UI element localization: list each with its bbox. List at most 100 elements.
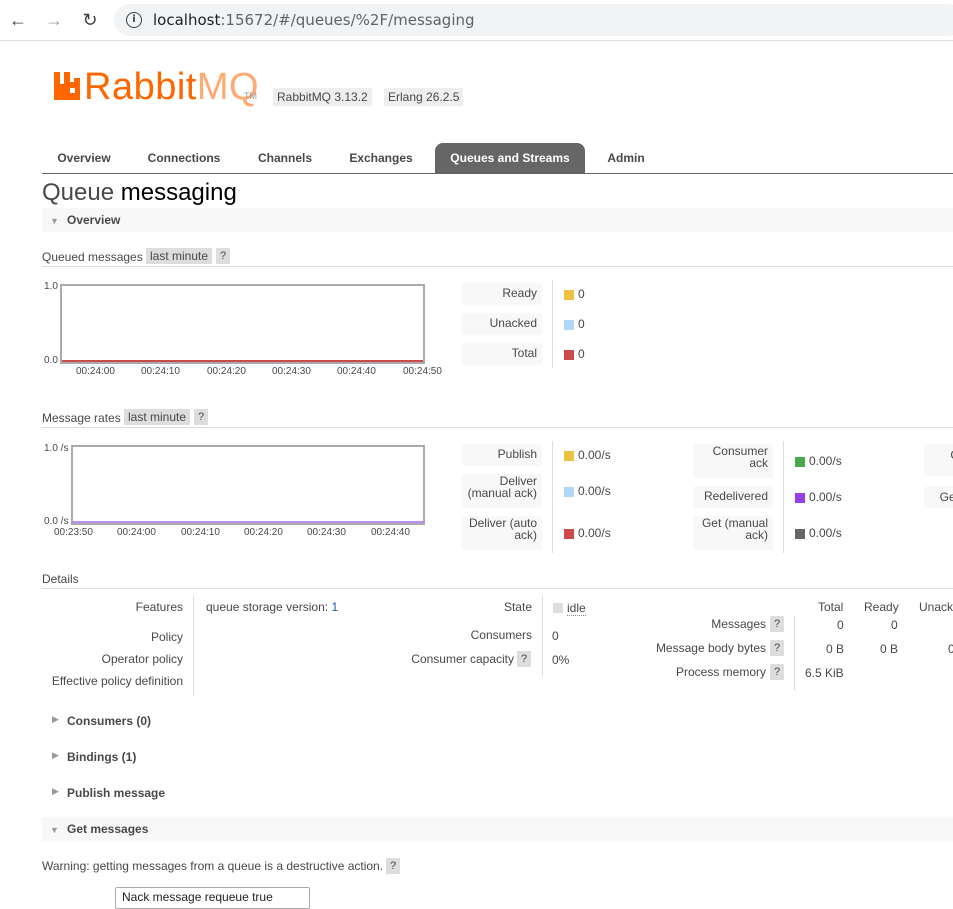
forward-icon[interactable]: → — [44, 10, 64, 30]
main-nav: Overview Connections Channels Exchanges … — [42, 143, 953, 174]
messages-total: 0 — [837, 618, 844, 632]
total-color-swatch — [564, 350, 574, 360]
details-divider-3 — [794, 616, 795, 690]
ready-value: 0 — [578, 287, 585, 301]
publish-message-section-toggle[interactable]: ▶ Publish message — [42, 783, 242, 803]
rates-y-max: 1.0 /s — [44, 443, 69, 454]
back-icon[interactable]: ← — [8, 10, 28, 30]
rates-col3-btn-2[interactable]: Get — [924, 486, 953, 508]
rates-range-selector[interactable]: last minute — [124, 409, 191, 425]
tab-queues-and-streams[interactable]: Queues and Streams — [435, 143, 585, 173]
body-bytes-help-button[interactable]: ? — [770, 640, 784, 656]
details-divider-1 — [193, 596, 194, 696]
rate-col1-1-legend-label: Deliver (manual ack) — [467, 474, 537, 500]
chevron-right-icon: ▶ — [52, 786, 59, 796]
total-legend-label: Total — [511, 346, 537, 360]
ready-legend-label: Ready — [502, 286, 537, 300]
rate-col2-0-legend-toggle[interactable]: Consumer ack — [693, 444, 773, 478]
queued-x-tick: 00:24:50 — [403, 366, 442, 377]
rate-col2-0-color-swatch — [795, 457, 805, 467]
operator-policy-label: Operator policy — [101, 652, 183, 666]
address-bar[interactable]: i localhost:15672/#/queues/%2F/messaging — [114, 4, 953, 36]
stats-header-ready: Ready — [864, 600, 899, 614]
rate-col2-2-value: 0.00/s — [809, 526, 842, 540]
unacked-legend-label: Unacked — [489, 316, 537, 330]
rate-col2-1-legend-toggle[interactable]: Redelivered — [693, 486, 773, 508]
rate-col2-0-value: 0.00/s — [809, 454, 842, 468]
total-legend-toggle[interactable]: Total — [462, 343, 542, 365]
message-body-bytes-label: Message body bytes — [655, 641, 766, 655]
capacity-help-button[interactable]: ? — [517, 651, 531, 667]
overview-section-toggle[interactable]: ▼ Overview — [42, 208, 953, 232]
rates-x-tick: 00:23:50 — [54, 527, 93, 538]
tab-admin[interactable]: Admin — [593, 143, 659, 173]
bindings-section-toggle[interactable]: ▶ Bindings (1) — [42, 747, 242, 767]
rates-series-line — [73, 521, 423, 523]
unacked-legend-toggle[interactable]: Unacked — [462, 313, 542, 335]
site-info-icon[interactable]: i — [126, 12, 142, 28]
stats-header-total: Total — [818, 600, 844, 614]
rates-x-tick: 00:24:20 — [244, 527, 283, 538]
queued-messages-heading: Queued messages — [42, 250, 143, 264]
logo-text: RabbitMQ — [84, 66, 260, 108]
message-rates-header: Message rates last minute ? — [42, 409, 953, 428]
body-bytes-total: 0 B — [826, 642, 845, 656]
policy-label: Policy — [150, 630, 183, 644]
tab-exchanges[interactable]: Exchanges — [336, 143, 426, 173]
tab-channels[interactable]: Channels — [242, 143, 328, 173]
body-bytes-ready: 0 B — [880, 642, 899, 656]
ready-legend-toggle[interactable]: Ready — [462, 283, 542, 305]
unacked-color-swatch — [564, 320, 574, 330]
rates-y-min: 0.0 /s — [44, 516, 69, 527]
rates-x-tick: 00:24:10 — [181, 527, 220, 538]
feature-value: queue storage version: 1 — [206, 600, 339, 614]
rate-col1-0-color-swatch — [564, 451, 574, 461]
unacked-value: 0 — [578, 317, 585, 331]
reload-icon[interactable]: ↻ — [80, 10, 100, 30]
tab-overview[interactable]: Overview — [42, 143, 126, 173]
rates-help-button[interactable]: ? — [194, 409, 208, 425]
tab-connections[interactable]: Connections — [134, 143, 234, 173]
rate-col1-0-value: 0.00/s — [578, 448, 611, 462]
rate-col2-1-legend-label: Redelivered — [703, 489, 768, 503]
rate-col1-0-legend-toggle[interactable]: Publish — [462, 444, 542, 466]
rate-col2-2-legend-toggle[interactable]: Get (manual ack) — [693, 516, 773, 550]
consumers-value: 0 — [552, 629, 559, 643]
queued-x-tick: 00:24:30 — [272, 366, 311, 377]
consumer-capacity-value: 0% — [552, 653, 570, 667]
rates-x-tick: 00:24:40 — [371, 527, 410, 538]
chevron-down-icon: ▼ — [50, 216, 59, 226]
queued-messages-chart — [60, 284, 425, 364]
rate-col2-2-color-swatch — [795, 529, 805, 539]
ack-mode-select[interactable]: Nack message requeue true — [115, 887, 310, 909]
rate-col1-2-legend-toggle[interactable]: Deliver (auto ack) — [462, 516, 542, 550]
publish-message-section-label: Publish message — [67, 786, 166, 800]
ack-mode-value: Nack message requeue true — [122, 890, 273, 904]
rate-col1-1-legend-toggle[interactable]: Deliver (manual ack) — [462, 474, 542, 508]
process-memory-value: 6.5 KiB — [805, 666, 844, 680]
message-rates-heading: Message rates — [42, 411, 121, 425]
queued-y-min: 0.0 — [44, 355, 58, 366]
details-divider-2 — [542, 596, 543, 676]
chevron-down-icon: ▼ — [50, 825, 59, 835]
rates-col3-btn-1[interactable]: C — [924, 444, 953, 476]
queued-x-tick: 00:24:40 — [337, 366, 376, 377]
queued-help-button[interactable]: ? — [216, 248, 230, 264]
queued-range-selector[interactable]: last minute — [146, 248, 213, 264]
memory-help-button[interactable]: ? — [770, 664, 784, 680]
consumers-section-toggle[interactable]: ▶ Consumers (0) — [42, 711, 242, 731]
messages-help-button[interactable]: ? — [770, 616, 784, 632]
warning-help-button[interactable]: ? — [386, 858, 400, 874]
bindings-section-label: Bindings (1) — [67, 750, 137, 764]
rates-legend-divider-1 — [552, 441, 553, 553]
rate-col1-2-legend-label: Deliver (auto ack) — [468, 516, 537, 542]
body-bytes-unacked: 0 — [948, 642, 953, 656]
get-messages-section-toggle[interactable]: ▼ Get messages — [42, 817, 953, 841]
rate-col2-0-legend-label: Consumer ack — [712, 444, 768, 470]
chevron-right-icon: ▶ — [52, 714, 59, 724]
rate-col2-2-legend-label: Get (manual ack) — [701, 516, 768, 542]
total-value: 0 — [578, 347, 585, 361]
rate-col1-2-color-swatch — [564, 529, 574, 539]
erlang-badge: Erlang 26.2.5 — [384, 88, 464, 106]
messages-ready: 0 — [891, 618, 898, 632]
